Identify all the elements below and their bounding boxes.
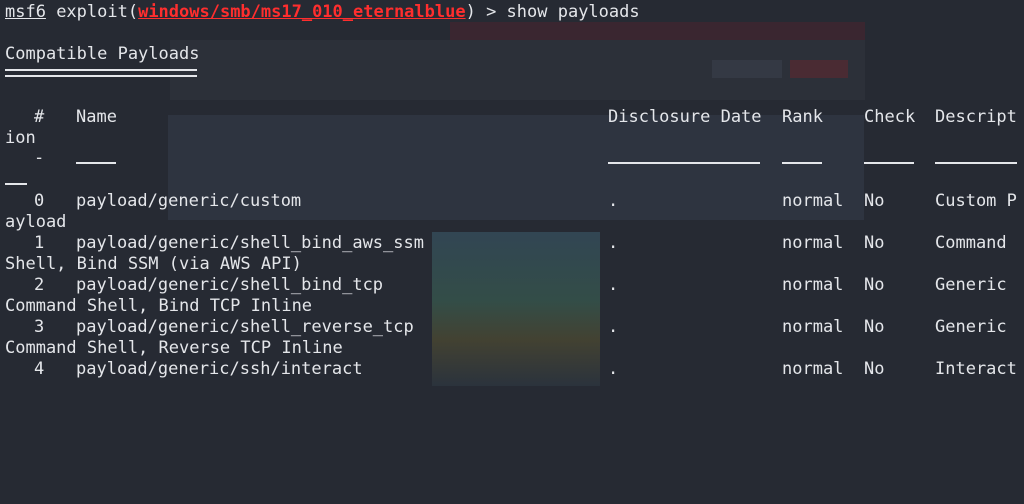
row-num: 0	[34, 191, 45, 211]
separator-rank	[782, 162, 822, 164]
col-header-date: Disclosure Date	[608, 107, 762, 127]
row-num: 3	[34, 317, 45, 337]
row-disclosure-date: .	[608, 317, 619, 337]
row-description: Custom P	[935, 191, 1017, 211]
row-check: No	[864, 233, 885, 253]
row-name: payload/generic/ssh/interact	[76, 359, 363, 379]
prompt-line: msf6 exploit(windows/smb/ms17_010_eterna…	[5, 2, 640, 23]
row-check: No	[864, 359, 885, 379]
col-header-rank: Rank	[782, 107, 823, 127]
col-header-num: #	[34, 107, 45, 127]
row-description: Interact	[935, 359, 1017, 379]
separator-desc-wrap	[5, 183, 27, 185]
row-description-wrap: Command Shell, Bind TCP Inline	[5, 296, 313, 316]
prompt-user: msf6	[5, 2, 46, 22]
row-name: payload/generic/custom	[76, 191, 302, 211]
row-description-wrap: Command Shell, Reverse TCP Inline	[5, 338, 343, 358]
separator-desc	[935, 162, 1017, 164]
row-check: No	[864, 317, 885, 337]
row-rank: normal	[782, 359, 844, 379]
col-header-check: Check	[864, 107, 916, 127]
section-title-underline	[5, 69, 197, 77]
row-description: Generic	[935, 317, 1007, 337]
row-description: Generic	[935, 275, 1007, 295]
prompt-module: windows/smb/ms17_010_eternalblue	[138, 2, 466, 22]
prompt-post: ) >	[465, 2, 507, 22]
col-header-desc-wrap: ion	[5, 128, 36, 148]
row-check: No	[864, 275, 885, 295]
row-num: 2	[34, 275, 45, 295]
row-disclosure-date: .	[608, 233, 619, 253]
row-disclosure-date: .	[608, 359, 619, 379]
row-name: payload/generic/shell_reverse_tcp	[76, 317, 414, 337]
row-check: No	[864, 191, 885, 211]
separator-check	[864, 162, 914, 164]
row-disclosure-date: .	[608, 275, 619, 295]
row-name: payload/generic/shell_bind_tcp	[76, 275, 384, 295]
prompt-pre: exploit(	[45, 2, 139, 22]
row-rank: normal	[782, 317, 844, 337]
row-num: 1	[34, 233, 45, 253]
section-title: Compatible Payloads	[5, 44, 200, 64]
separator-date	[608, 162, 760, 164]
separator-num: -	[34, 148, 45, 168]
separator-name	[76, 162, 116, 164]
row-description-wrap: Shell, Bind SSM (via AWS API)	[5, 254, 302, 274]
row-disclosure-date: .	[608, 191, 619, 211]
row-num: 4	[34, 359, 45, 379]
row-name: payload/generic/shell_bind_aws_ssm	[76, 233, 424, 253]
row-rank: normal	[782, 275, 844, 295]
prompt-command: show payloads	[506, 2, 640, 22]
row-description: Command	[935, 233, 1007, 253]
row-description-wrap: ayload	[5, 212, 67, 232]
row-rank: normal	[782, 191, 844, 211]
terminal[interactable]: msf6 exploit(windows/smb/ms17_010_eterna…	[0, 0, 1024, 386]
col-header-desc: Descript	[935, 107, 1017, 127]
row-rank: normal	[782, 233, 844, 253]
col-header-name: Name	[76, 107, 117, 127]
